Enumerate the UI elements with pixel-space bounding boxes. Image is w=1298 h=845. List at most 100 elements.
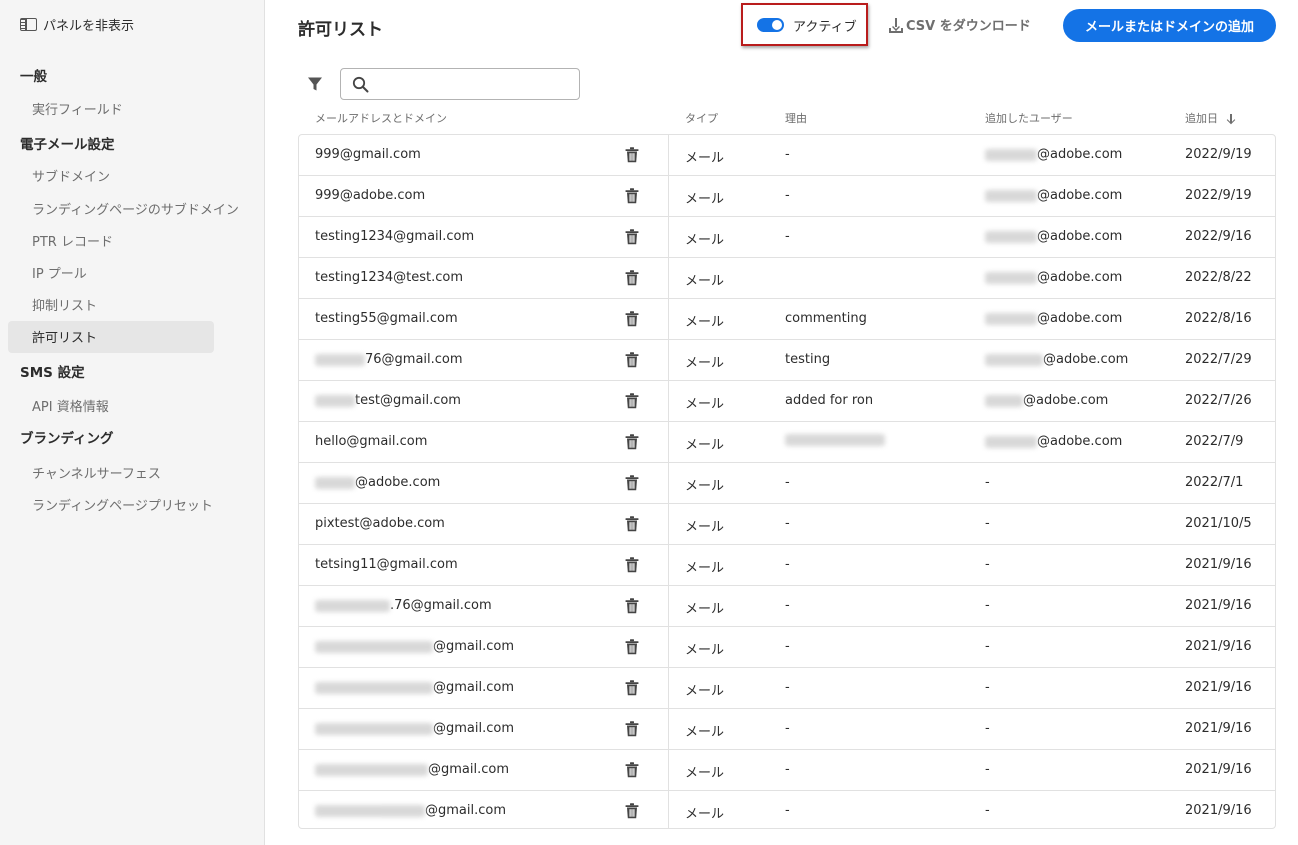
user-cell-text: - — [985, 762, 990, 777]
delete-trash-icon[interactable] — [625, 803, 639, 819]
email-cell: 999@adobe.com — [315, 188, 425, 203]
redacted-text — [315, 722, 433, 735]
delete-trash-icon[interactable] — [625, 270, 639, 286]
sidebar-item-channel-surface[interactable]: チャンネルサーフェス — [32, 463, 161, 482]
sidebar-item-ip-pool[interactable]: IP プール — [32, 263, 87, 282]
table-row[interactable]: test@gmail.com メール added for ron @adobe.com… — [299, 381, 1275, 422]
date-cell: 2022/9/19 — [1185, 188, 1252, 203]
table-row[interactable]: hello@gmail.com メール @adobe.com 2022/7/9 — [299, 422, 1275, 463]
type-cell: メール — [685, 475, 724, 494]
type-cell-text: メール — [685, 479, 725, 494]
user-cell-text: @adobe.com — [1023, 393, 1109, 408]
toggle-knob — [772, 20, 782, 30]
delete-trash-icon[interactable] — [625, 188, 639, 204]
delete-trash-icon[interactable] — [625, 598, 639, 614]
type-cell-text: メール — [685, 315, 725, 330]
table-row[interactable]: pixtest@adobe.com メール - - 2021/10/5 — [299, 504, 1275, 545]
type-cell-text: メール — [685, 684, 725, 699]
reason-cell: - — [785, 516, 790, 531]
user-cell: - — [985, 803, 990, 818]
type-cell: メール — [685, 434, 724, 453]
redacted-text — [985, 435, 1037, 448]
nav-section-email-settings: 電子メール設定 — [20, 137, 115, 153]
sidebar-item-allow-list[interactable]: 許可リスト — [32, 327, 97, 346]
type-cell: メール — [685, 311, 724, 330]
delete-trash-icon[interactable] — [625, 434, 639, 450]
sidebar-item-suppression-list[interactable]: 抑制リスト — [32, 295, 97, 314]
column-header-type[interactable]: タイプ — [685, 110, 718, 126]
hide-panel-button[interactable]: パネルを非表示 — [20, 15, 134, 34]
delete-trash-icon[interactable] — [625, 393, 639, 409]
delete-trash-icon[interactable] — [625, 762, 639, 778]
column-header-date[interactable]: 追加日 — [1185, 110, 1235, 126]
date-cell: 2021/9/16 — [1185, 803, 1252, 818]
sidebar-item-api-credentials[interactable]: API 資格情報 — [32, 396, 109, 415]
table-row[interactable]: .76@gmail.com メール - - 2021/9/16 — [299, 586, 1275, 627]
redacted-text — [985, 189, 1037, 202]
sidebar-item-landing-subdomains[interactable]: ランディングページのサブドメイン — [32, 199, 239, 218]
add-email-domain-button[interactable]: メールまたはドメインの追加 — [1063, 9, 1276, 42]
sidebar-item-ptr-records[interactable]: PTR レコード — [32, 231, 113, 250]
redacted-text — [315, 353, 365, 366]
table-row[interactable]: testing1234@gmail.com メール - @adobe.com 2022/… — [299, 217, 1275, 258]
delete-trash-icon[interactable] — [625, 557, 639, 573]
table-row[interactable]: tetsing11@gmail.com メール - - 2021/9/16 — [299, 545, 1275, 586]
type-cell-text: メール — [685, 725, 725, 740]
email-cell-text: 999@gmail.com — [315, 147, 421, 162]
delete-trash-icon[interactable] — [625, 680, 639, 696]
search-field[interactable] — [340, 68, 580, 100]
date-cell: 2021/9/16 — [1185, 762, 1252, 777]
type-cell-text: メール — [685, 766, 725, 781]
user-cell-text: - — [985, 721, 990, 736]
column-header-email[interactable]: メールアドレスとドメイン — [315, 110, 447, 126]
column-header-user[interactable]: 追加したユーザー — [985, 110, 1073, 126]
table-row[interactable]: 999@adobe.com メール - @adobe.com 2022/9/19 — [299, 176, 1275, 217]
delete-trash-icon[interactable] — [625, 475, 639, 491]
delete-trash-icon[interactable] — [625, 639, 639, 655]
email-cell-text: test@gmail.com — [355, 393, 461, 408]
table-row[interactable]: @gmail.com メール - - 2021/9/16 — [299, 791, 1275, 828]
email-cell: @gmail.com — [315, 639, 514, 654]
reason-cell: - — [785, 557, 790, 572]
date-cell: 2022/7/9 — [1185, 434, 1243, 449]
redacted-text — [315, 394, 355, 407]
table-row[interactable]: @gmail.com メール - - 2021/9/16 — [299, 668, 1275, 709]
date-cell-text: 2022/7/29 — [1185, 352, 1252, 367]
search-input[interactable] — [377, 73, 573, 95]
table-row[interactable]: testing1234@test.com メール @adobe.com 2022/8/… — [299, 258, 1275, 299]
download-csv-button[interactable]: CSV をダウンロード — [889, 15, 1031, 34]
table-row[interactable]: testing55@gmail.com メール commenting @adobe.c… — [299, 299, 1275, 340]
table-row[interactable]: 999@gmail.com メール - @adobe.com 2022/9/19 — [299, 135, 1275, 176]
user-cell: @adobe.com — [985, 188, 1122, 203]
date-cell: 2022/7/26 — [1185, 393, 1252, 408]
type-cell: メール — [685, 229, 724, 248]
delete-trash-icon[interactable] — [625, 516, 639, 532]
reason-cell-text: - — [785, 229, 790, 244]
email-cell: test@gmail.com — [315, 393, 461, 408]
table-row[interactable]: 76@gmail.com メール testing @adobe.com 2022/7/2… — [299, 340, 1275, 381]
sidebar-item-subdomains[interactable]: サブドメイン — [32, 166, 110, 185]
active-toggle[interactable] — [757, 18, 784, 32]
user-cell-text: @adobe.com — [1037, 188, 1123, 203]
delete-trash-icon[interactable] — [625, 352, 639, 368]
delete-trash-icon[interactable] — [625, 147, 639, 163]
table-row[interactable]: @gmail.com メール - - 2021/9/16 — [299, 750, 1275, 791]
reason-cell: - — [785, 475, 790, 490]
user-cell: - — [985, 762, 990, 777]
table-row[interactable]: @gmail.com メール - - 2021/9/16 — [299, 627, 1275, 668]
download-icon — [889, 17, 903, 33]
delete-trash-icon[interactable] — [625, 229, 639, 245]
filter-icon[interactable] — [307, 76, 323, 92]
reason-cell-text: - — [785, 803, 790, 818]
table-row[interactable]: @gmail.com メール - - 2021/9/16 — [299, 709, 1275, 750]
sidebar-item-exec-fields[interactable]: 実行フィールド — [32, 99, 123, 118]
delete-trash-icon[interactable] — [625, 721, 639, 737]
reason-cell-text: - — [785, 639, 790, 654]
user-cell-text: @adobe.com — [1037, 229, 1123, 244]
reason-cell-text: commenting — [785, 311, 867, 326]
column-header-reason[interactable]: 理由 — [785, 110, 807, 126]
user-cell: - — [985, 639, 990, 654]
sidebar-item-landing-preset[interactable]: ランディングページプリセット — [32, 495, 213, 514]
table-row[interactable]: @adobe.com メール - - 2022/7/1 — [299, 463, 1275, 504]
delete-trash-icon[interactable] — [625, 311, 639, 327]
